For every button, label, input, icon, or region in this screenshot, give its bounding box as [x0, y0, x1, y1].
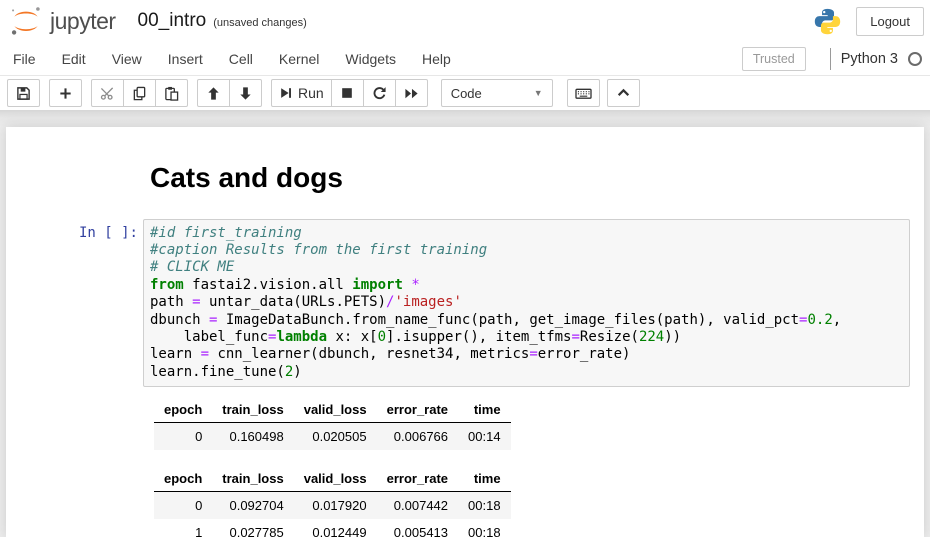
- jupyter-logo[interactable]: jupyter: [8, 4, 116, 38]
- output-area: epochtrain_lossvalid_losserror_ratetime0…: [154, 397, 924, 537]
- column-header: valid_loss: [294, 466, 377, 492]
- chevron-up-icon: [616, 86, 631, 100]
- python-logo-icon: [813, 7, 842, 36]
- copy-icon: [132, 86, 147, 101]
- checkpoint-status: (unsaved changes): [213, 17, 307, 29]
- input-prompt: In [ ]:: [6, 219, 143, 388]
- code-line: learn.fine_tune(2): [150, 364, 903, 381]
- save-icon: [16, 86, 31, 101]
- restart-kernel-button[interactable]: [363, 79, 396, 107]
- markdown-heading: Cats and dogs: [150, 161, 924, 195]
- code-editor[interactable]: #id first_training#caption Results from …: [143, 219, 910, 388]
- code-line: #caption Results from the first training: [150, 242, 903, 259]
- chevron-up-button[interactable]: [607, 79, 640, 107]
- save-button[interactable]: [7, 79, 40, 107]
- cut-cell-button[interactable]: [91, 79, 124, 107]
- move-up-icon: [206, 86, 221, 101]
- move-cell-up-button[interactable]: [197, 79, 230, 107]
- cell-type-select[interactable]: Code ▼: [441, 79, 553, 107]
- notebook-container: Cats and dogs In [ ]: #id first_training…: [6, 127, 924, 537]
- add-cell-icon: [58, 86, 73, 101]
- column-header: error_rate: [377, 466, 458, 492]
- jupyter-logo-icon: [8, 4, 44, 38]
- menu-item-help[interactable]: Help: [409, 43, 464, 75]
- column-header: epoch: [154, 466, 212, 492]
- move-cell-down-button[interactable]: [229, 79, 262, 107]
- table-row: 00.1604980.0205050.00676600:14: [154, 423, 511, 451]
- jupyter-wordmark: jupyter: [50, 8, 116, 35]
- menu-list: FileEditViewInsertCellKernelWidgetsHelp: [0, 43, 464, 75]
- menu-item-kernel[interactable]: Kernel: [266, 43, 332, 75]
- fast-forward-icon: [404, 86, 419, 101]
- app-header: jupyter 00_intro (unsaved changes) Logou…: [0, 0, 930, 110]
- paste-cell-button[interactable]: [155, 79, 188, 107]
- insert-cell-below-button[interactable]: [49, 79, 82, 107]
- code-line: # CLICK ME: [150, 259, 903, 276]
- training-output-1: epochtrain_lossvalid_losserror_ratetime0…: [154, 397, 924, 450]
- cell-type-value: Code: [451, 86, 482, 101]
- code-line: from fastai2.vision.all import *: [150, 277, 903, 294]
- code-line: label_func=lambda x: x[0].isupper(), ite…: [150, 329, 903, 346]
- column-header: train_loss: [212, 466, 293, 492]
- table-row: 00.0927040.0179200.00744200:18: [154, 492, 511, 520]
- interrupt-kernel-button[interactable]: [331, 79, 364, 107]
- menu-item-view[interactable]: View: [99, 43, 155, 75]
- restart-kernel-icon: [372, 86, 387, 101]
- menu-divider: [830, 48, 831, 70]
- menu-item-file[interactable]: File: [0, 43, 49, 75]
- run-cell-button[interactable]: Run: [271, 79, 332, 107]
- move-down-icon: [238, 86, 253, 101]
- copy-cell-button[interactable]: [123, 79, 156, 107]
- keyboard-icon: [575, 86, 592, 101]
- command-palette-button[interactable]: [567, 79, 600, 107]
- toolbar: Run Code ▼: [0, 76, 930, 110]
- code-line: dbunch = ImageDataBunch.from_name_func(p…: [150, 312, 903, 329]
- column-header: epoch: [154, 397, 212, 423]
- training-table-2: epochtrain_lossvalid_losserror_ratetime0…: [154, 466, 511, 537]
- column-header: error_rate: [377, 397, 458, 423]
- chevron-down-icon: ▼: [534, 88, 543, 98]
- notebook-title[interactable]: 00_intro: [138, 10, 207, 32]
- column-header: time: [458, 466, 511, 492]
- training-output-2: epochtrain_lossvalid_losserror_ratetime0…: [154, 466, 924, 537]
- table-row: 10.0277850.0124490.00541300:18: [154, 519, 511, 537]
- kernel-name: Python 3: [841, 51, 898, 67]
- logout-button[interactable]: Logout: [856, 7, 924, 36]
- column-header: train_loss: [212, 397, 293, 423]
- stop-icon: [340, 86, 354, 100]
- menu-bar: FileEditViewInsertCellKernelWidgetsHelp …: [0, 42, 930, 76]
- restart-run-all-button[interactable]: [395, 79, 428, 107]
- header-shadow: [0, 110, 930, 127]
- code-line: #id first_training: [150, 225, 903, 242]
- menu-item-edit[interactable]: Edit: [49, 43, 99, 75]
- menu-item-insert[interactable]: Insert: [155, 43, 216, 75]
- training-table-1: epochtrain_lossvalid_losserror_ratetime0…: [154, 397, 511, 450]
- column-header: time: [458, 397, 511, 423]
- column-header: valid_loss: [294, 397, 377, 423]
- top-bar: jupyter 00_intro (unsaved changes) Logou…: [0, 0, 930, 42]
- menu-item-cell[interactable]: Cell: [216, 43, 266, 75]
- run-label: Run: [298, 85, 324, 101]
- code-line: path = untar_data(URLs.PETS)/'images': [150, 294, 903, 311]
- step-forward-icon: [279, 86, 293, 100]
- menu-item-widgets[interactable]: Widgets: [332, 43, 409, 75]
- trusted-badge[interactable]: Trusted: [742, 47, 806, 71]
- code-cell: In [ ]: #id first_training#caption Resul…: [6, 219, 924, 388]
- cut-icon: [100, 86, 115, 101]
- code-line: learn = cnn_learner(dbunch, resnet34, me…: [150, 346, 903, 363]
- kernel-idle-indicator-icon: [908, 52, 922, 66]
- paste-icon: [164, 86, 179, 101]
- markdown-cell[interactable]: Cats and dogs: [6, 161, 924, 195]
